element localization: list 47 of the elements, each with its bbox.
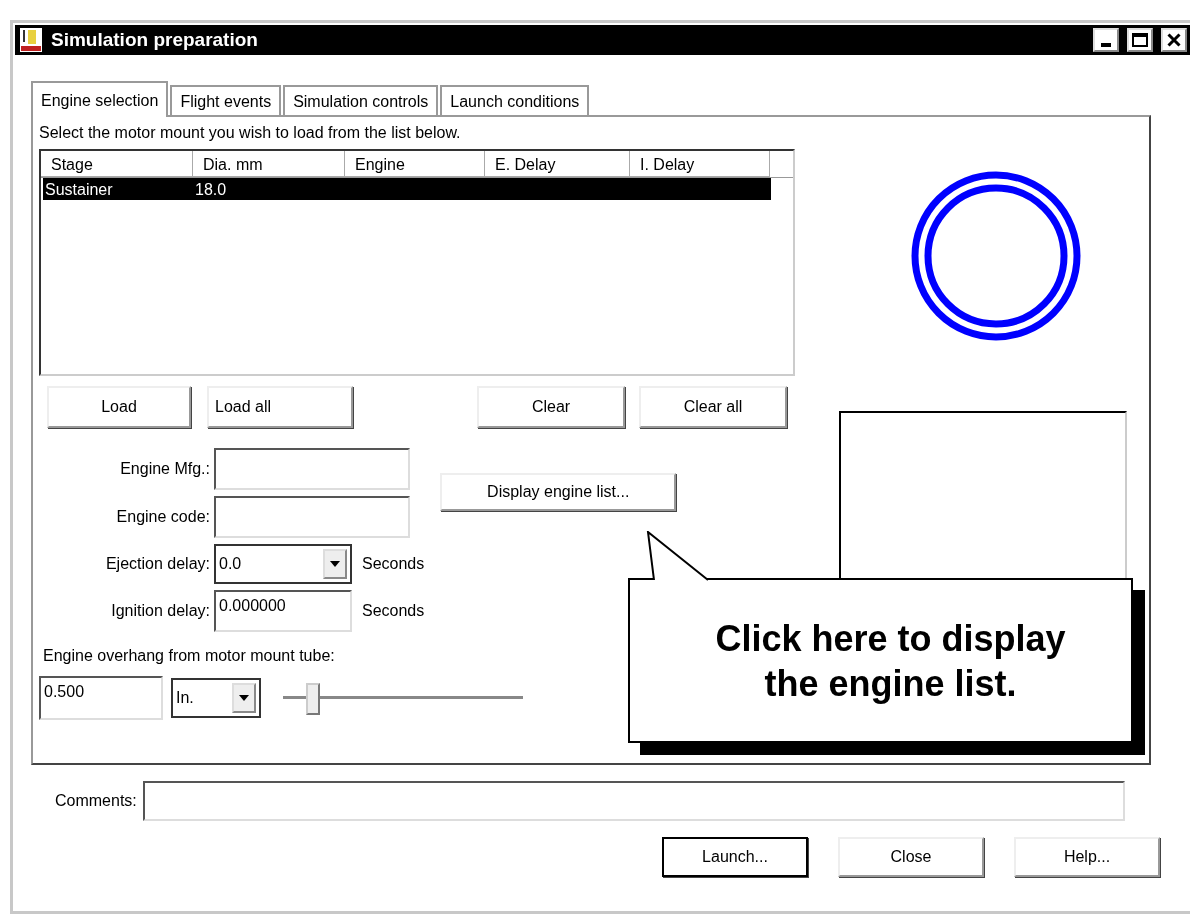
window-title: Simulation preparation [51, 27, 258, 52]
dropdown[interactable]: 0.0 [214, 544, 352, 584]
list-button[interactable]: Clear [477, 386, 625, 428]
field-label: Ejection delay: [104, 554, 211, 574]
close-button[interactable] [1161, 28, 1187, 52]
field-label: Engine overhang from motor mount tube: [43, 646, 336, 666]
unit-label: Seconds [362, 554, 425, 574]
unit-label: Seconds [362, 601, 425, 621]
maximize-icon [1132, 33, 1148, 47]
column-header[interactable]: Engine [345, 151, 485, 177]
dialog-button[interactable]: Close [838, 837, 984, 877]
close-icon [1167, 33, 1181, 47]
tab[interactable]: Flight events [170, 85, 282, 115]
column-header[interactable]: I. Delay [630, 151, 770, 177]
field-label: Engine Mfg.: [119, 459, 211, 479]
dialog-button[interactable]: Launch... [662, 837, 808, 877]
tab[interactable]: Simulation controls [283, 85, 439, 115]
minimize-icon [1101, 43, 1111, 47]
input-field[interactable] [214, 448, 410, 490]
dropdown[interactable]: In. [171, 678, 261, 718]
dialog-button[interactable]: Help... [1014, 837, 1160, 877]
tab[interactable]: Engine selection [31, 81, 169, 117]
list-cell-text: Sustainer [44, 180, 114, 200]
list-button[interactable]: Clear all [639, 386, 787, 428]
column-header[interactable]: Dia. mm [193, 151, 345, 177]
maximize-button[interactable] [1127, 28, 1153, 52]
slider-track[interactable] [283, 683, 523, 713]
comments-field[interactable] [142, 781, 1125, 821]
column-header[interactable]: Stage [41, 151, 193, 177]
app-icon [19, 27, 43, 53]
input-field[interactable]: 0.500 [39, 676, 163, 720]
instruction-text: Select the motor mount you wish to load from the list below. [39, 123, 462, 143]
list-row[interactable]: Sustainer 18.0 [43, 178, 771, 200]
motor-mount-list[interactable]: Stage Dia. mm Engine E. Delay I. Delay Sustainer 18.0 [39, 149, 795, 376]
field-label: Engine code: [115, 507, 211, 527]
field-label: Comments: [55, 791, 137, 811]
list-button[interactable]: Load [47, 386, 191, 428]
input-field[interactable]: 0.000000 [214, 590, 352, 632]
list-button[interactable]: Load all [207, 386, 353, 428]
display-engine-list-button[interactable]: Display engine list... [440, 473, 677, 511]
column-header[interactable]: E. Delay [485, 151, 630, 177]
input-field[interactable] [214, 496, 410, 538]
minimize-button[interactable] [1093, 28, 1119, 52]
slider-thumb[interactable] [305, 683, 320, 715]
tab[interactable]: Launch conditions [440, 85, 590, 115]
list-cell-text: 18.0 [194, 180, 228, 200]
field-label: Ignition delay: [110, 601, 211, 621]
